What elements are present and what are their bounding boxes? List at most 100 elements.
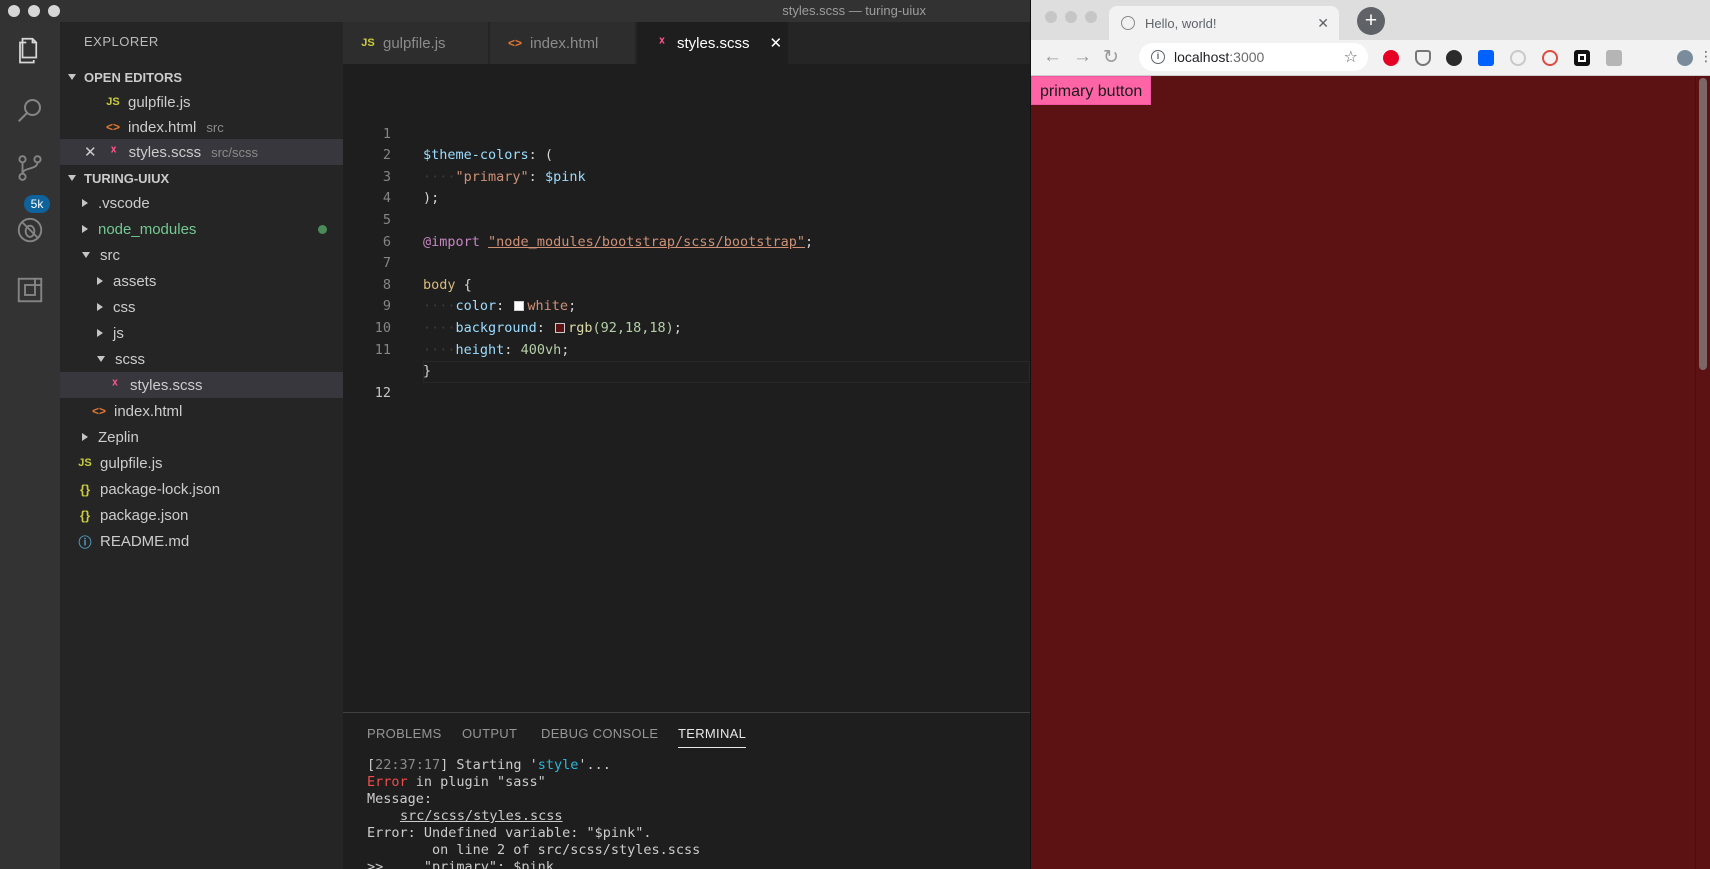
tab-output[interactable]: OUTPUT [462, 726, 517, 741]
js-file-icon: JS [106, 96, 120, 108]
tab-styles-scss[interactable]: ᕽ styles.scss ✕ [637, 22, 789, 64]
tree-file-package-json[interactable]: {} package.json [60, 502, 343, 528]
tree-file-index-html[interactable]: <> index.html [60, 398, 343, 424]
chevron-down-icon [97, 356, 105, 362]
tab-terminal[interactable]: TERMINAL [678, 726, 746, 748]
tree-folder-scss[interactable]: scss [60, 346, 343, 372]
search-icon[interactable] [12, 92, 48, 128]
browser-window: Hello, world! ✕ + ← → ↻ i localhost:3000… [1030, 0, 1710, 869]
open-editors-section[interactable]: OPEN EDITORS [60, 64, 343, 90]
folder-name: src [100, 247, 120, 264]
close-tab-icon[interactable]: ✕ [770, 34, 783, 52]
terminal-line: Error in plugin "sass" [367, 774, 700, 791]
tab-title: Hello, world! [1145, 16, 1217, 31]
primary-button[interactable]: primary button [1031, 76, 1151, 105]
project-section[interactable]: TURING-UIUX [60, 165, 343, 191]
code-line: 3 ); [343, 145, 1030, 167]
code-line: 2 ····"primary": $pink [343, 124, 1030, 146]
terminal-line: >> "primary": $pink [367, 859, 700, 869]
file-name: gulpfile.js [128, 94, 191, 111]
code-line-current: 12 [343, 340, 1030, 362]
site-info-icon[interactable]: i [1151, 50, 1165, 64]
folder-name: assets [113, 273, 156, 290]
extension-icon[interactable] [1510, 50, 1526, 66]
back-icon[interactable]: ← [1043, 46, 1062, 68]
tab-debug-console[interactable]: DEBUG CONSOLE [541, 726, 658, 741]
terminal-output[interactable]: [22:37:17] Starting 'style'... Error in … [367, 757, 700, 869]
bottom-panel: PROBLEMS OUTPUT DEBUG CONSOLE TERMINAL [… [343, 712, 1030, 869]
chevron-right-icon [82, 199, 88, 207]
project-label: TURING-UIUX [84, 171, 169, 186]
tree-file-gulpfile[interactable]: JS gulpfile.js [60, 450, 343, 476]
debug-icon[interactable] [12, 212, 48, 248]
code-editor[interactable]: 1 $theme-colors: ( 2 ····"primary": $pin… [343, 64, 1030, 712]
pocket-icon[interactable] [1415, 50, 1431, 66]
tree-folder-zeplin[interactable]: Zeplin [60, 424, 343, 450]
close-window-button[interactable] [1045, 11, 1057, 23]
tree-file-readme[interactable]: ⓘ README.md [60, 528, 343, 554]
terminal-file-link[interactable]: src/scss/styles.scss [400, 808, 563, 824]
source-control-icon[interactable] [12, 150, 48, 186]
chevron-right-icon [82, 225, 88, 233]
chevron-down-icon [68, 74, 76, 80]
menu-icon[interactable]: ⋮ [1699, 48, 1703, 64]
folder-name: .vscode [98, 195, 150, 212]
minimize-window-button[interactable] [1065, 11, 1077, 23]
chevron-right-icon [97, 277, 103, 285]
close-icon[interactable]: ✕ [84, 143, 97, 161]
code-line: 6 [343, 210, 1030, 232]
sass-file-icon: ᕽ [107, 144, 121, 161]
scrollbar-thumb[interactable] [1699, 78, 1707, 370]
file-path: src [206, 120, 223, 135]
terminal-line: [22:37:17] Starting 'style'... [367, 757, 700, 774]
code-line: 7 body { [343, 232, 1030, 254]
tree-folder-node-modules[interactable]: node_modules [60, 216, 343, 242]
browser-tab[interactable]: Hello, world! ✕ [1109, 6, 1339, 40]
tree-folder-assets[interactable]: assets [60, 268, 343, 294]
new-tab-button[interactable]: + [1357, 7, 1385, 35]
js-file-icon: JS [361, 37, 375, 49]
tab-index-html[interactable]: <> index.html [490, 22, 636, 64]
json-file-icon: {} [78, 482, 92, 497]
address-bar[interactable]: i localhost:3000 ☆ [1139, 43, 1368, 71]
tab-problems[interactable]: PROBLEMS [367, 726, 442, 741]
open-editor-item-active[interactable]: ✕ ᕽ styles.scss src/scss [60, 139, 343, 165]
extension-icon[interactable] [1446, 50, 1462, 66]
open-editor-item[interactable]: JS gulpfile.js [60, 89, 343, 115]
tree-folder-js[interactable]: js [60, 320, 343, 346]
tree-folder-vscode[interactable]: .vscode [60, 190, 343, 216]
terminal-text: [ [367, 757, 375, 773]
zoom-window-button[interactable] [1085, 11, 1097, 23]
url-port: :3000 [1229, 49, 1264, 65]
code-line: 5 @import "node_modules/bootstrap/scss/b… [343, 188, 1030, 210]
tree-folder-css[interactable]: css [60, 294, 343, 320]
tab-label: styles.scss [677, 35, 750, 52]
forward-icon[interactable]: → [1073, 46, 1092, 68]
cast-icon[interactable] [1606, 50, 1622, 66]
terminal-line: Error: Undefined variable: "$pink". [367, 825, 700, 842]
pinterest-icon[interactable] [1383, 50, 1399, 66]
extension-icon[interactable] [1574, 50, 1590, 66]
code-line: 4 [343, 167, 1030, 189]
dropbox-icon[interactable] [1478, 50, 1494, 66]
close-tab-icon[interactable]: ✕ [1317, 15, 1329, 32]
reload-icon[interactable]: ↻ [1103, 46, 1119, 69]
blocker-icon[interactable] [1542, 50, 1558, 66]
bookmark-star-icon[interactable]: ☆ [1344, 47, 1358, 67]
open-editors-label: OPEN EDITORS [84, 70, 182, 85]
explorer-icon[interactable] [12, 32, 48, 68]
tree-file-package-lock[interactable]: {} package-lock.json [60, 476, 343, 502]
extensions-icon[interactable] [12, 272, 48, 308]
file-name: README.md [100, 533, 189, 550]
folder-name: css [113, 299, 136, 316]
tree-file-styles-scss[interactable]: ᕽ styles.scss [60, 372, 343, 398]
info-icon: ⓘ [78, 532, 92, 551]
line-number: 12 [343, 383, 391, 405]
avatar[interactable] [1677, 50, 1693, 66]
tree-folder-src[interactable]: src [60, 242, 343, 268]
browser-toolbar: ← → ↻ i localhost:3000 ☆ ⋮ [1031, 40, 1710, 76]
open-editor-item[interactable]: <> index.html src [60, 114, 343, 140]
tab-gulpfile[interactable]: JS gulpfile.js [343, 22, 489, 64]
sass-file-icon: ᕽ [655, 35, 669, 52]
html-file-icon: <> [106, 120, 120, 134]
